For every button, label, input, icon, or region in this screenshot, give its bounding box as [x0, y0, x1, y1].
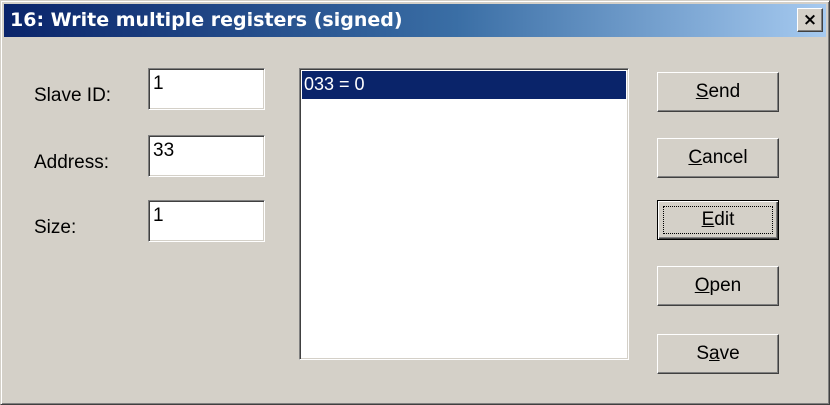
cancel-button-label: Cancel [688, 147, 748, 168]
save-button[interactable]: Save [657, 334, 779, 374]
address-field[interactable]: 33 [148, 135, 265, 177]
save-button-label: Save [696, 343, 740, 364]
cancel-button[interactable]: Cancel [657, 138, 779, 178]
address-label: Address: [34, 152, 109, 173]
close-button[interactable]: × [797, 8, 823, 32]
register-list[interactable]: 033 = 0 [299, 68, 629, 360]
close-icon: × [802, 10, 818, 30]
send-button-label: Send [695, 81, 741, 102]
slave-id-label: Slave ID: [34, 85, 112, 106]
title-bar[interactable]: 16: Write multiple registers (signed) × [4, 4, 826, 37]
open-button-label: Open [694, 275, 742, 296]
edit-button-label: Edit [701, 209, 735, 230]
register-list-item[interactable]: 033 = 0 [302, 71, 626, 99]
slave-id-field[interactable]: 1 [148, 68, 265, 110]
size-field[interactable]: 1 [148, 200, 265, 242]
edit-button[interactable]: Edit [657, 200, 779, 240]
size-label: Size: [34, 217, 77, 238]
send-button[interactable]: Send [657, 72, 779, 112]
open-button[interactable]: Open [657, 266, 779, 306]
window-title: 16: Write multiple registers (signed) [10, 9, 403, 31]
dialog-window: 16: Write multiple registers (signed) × … [0, 0, 830, 405]
